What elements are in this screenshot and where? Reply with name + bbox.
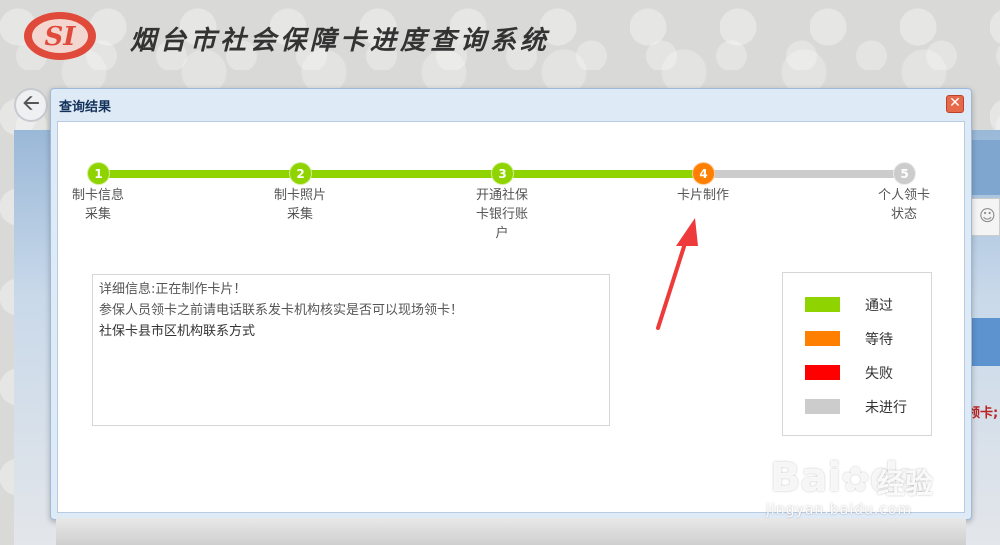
step-3-label: 开通社保 卡银行账户 — [475, 188, 528, 241]
contact-info-link[interactable]: 社保卡县市区机构联系方式 — [99, 321, 603, 342]
step-1-indicator: 1 — [87, 162, 110, 185]
legend-swatch — [805, 331, 840, 346]
svg-text:SI: SI — [45, 22, 77, 52]
legend-label: 通过 — [865, 298, 893, 314]
status-legend: 通过 等待 失败 未进行 — [782, 272, 932, 436]
step-5-indicator: 5 — [893, 162, 916, 185]
progress-track-complete — [98, 170, 706, 178]
progress-track-pending — [706, 170, 902, 178]
step-4-indicator: 4 — [692, 162, 715, 185]
user-icon: ☺ — [979, 206, 996, 225]
dialog-title: 查询结果 — [59, 100, 112, 115]
step-2-indicator: 2 — [289, 162, 312, 185]
legend-swatch — [805, 399, 840, 414]
watermark-url: jingyan.baidu.com — [766, 502, 913, 518]
legend-swatch — [805, 365, 840, 380]
legend-label: 等待 — [865, 332, 893, 348]
detail-status-text: 详细信息:正在制作卡片！ — [99, 282, 247, 297]
paw-icon: ✿ — [841, 460, 870, 500]
step-1-label: 制卡信息 采集 — [71, 188, 124, 222]
close-icon: ✕ — [949, 95, 961, 111]
arrow-left-icon: 🡨 — [22, 91, 40, 116]
detail-notice-text: 参保人员领卡之前请电话联系发卡机构核实是否可以现场领卡！ — [99, 303, 464, 318]
step-3-indicator: 3 — [491, 162, 514, 185]
annotation-arrow — [656, 218, 698, 330]
detail-info-box: 详细信息:正在制作卡片！ 参保人员领卡之前请电话联系发卡机构核实是否可以现场领卡… — [92, 274, 610, 426]
step-4-label: 卡片制作 — [676, 188, 729, 203]
header: SI 烟台市社会保障卡进度查询系统 — [0, 0, 1000, 80]
watermark-cn: 经验 — [877, 467, 934, 500]
step-5-label: 个人领卡 状态 — [877, 188, 930, 222]
legend-swatch — [805, 297, 840, 312]
site-title: 烟台市社会保障卡进度查询系统 — [130, 26, 551, 56]
social-security-logo: SI — [24, 12, 96, 60]
legend-label: 失败 — [865, 366, 893, 382]
legend-label: 未进行 — [865, 400, 907, 416]
back-button[interactable]: 🡨 — [14, 88, 48, 122]
step-2-label: 制卡照片 采集 — [273, 188, 326, 222]
bottom-strip — [56, 518, 966, 545]
close-button[interactable]: ✕ — [946, 95, 964, 113]
